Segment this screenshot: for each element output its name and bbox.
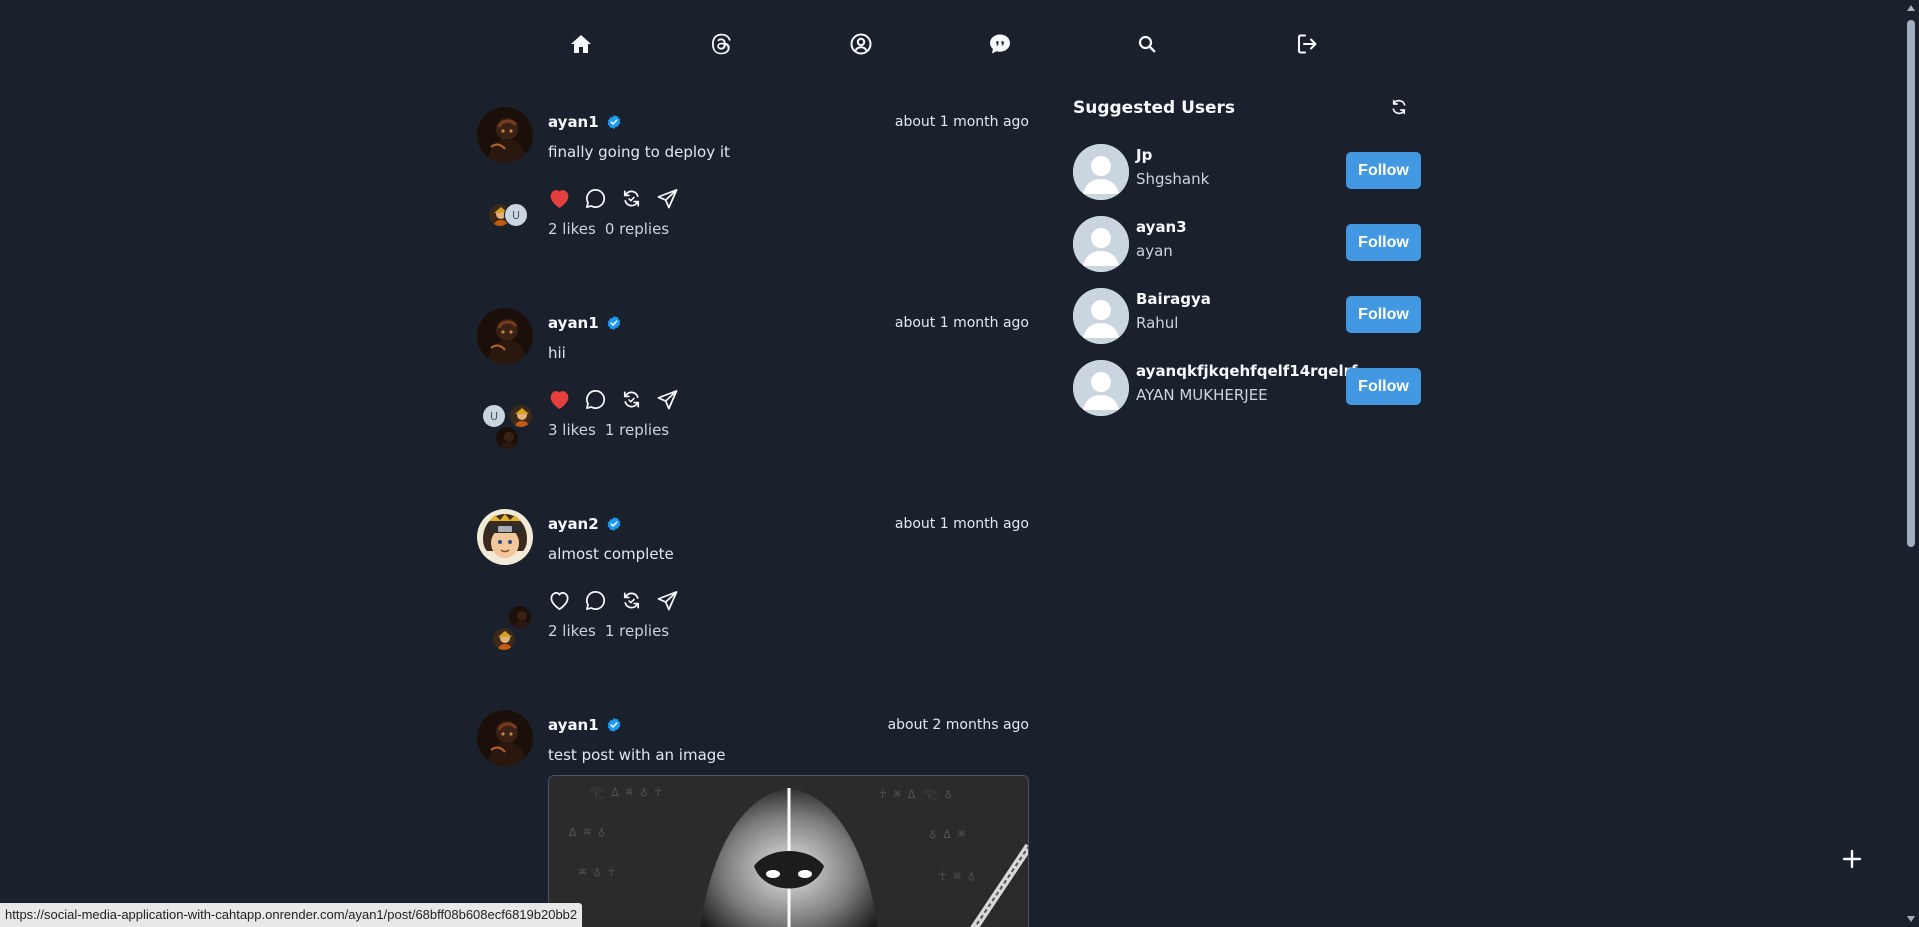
post[interactable]: ayan1 about 2 months ago test post with … bbox=[477, 710, 1029, 927]
scroll-up-arrow-icon[interactable] bbox=[1907, 5, 1915, 11]
scrollbar[interactable] bbox=[1903, 0, 1919, 927]
likes-count: 2 likes bbox=[548, 622, 596, 640]
suggested-username[interactable]: Bairagya bbox=[1136, 290, 1211, 308]
avatar[interactable] bbox=[1073, 360, 1129, 416]
suggested-fullname: AYAN MUKHERJEE bbox=[1136, 386, 1268, 404]
verified-icon bbox=[607, 718, 621, 732]
logout-icon[interactable] bbox=[1291, 28, 1323, 60]
suggested-user[interactable]: ayanqkfjkqehfqelf14rqelrf AYAN MUKHERJEE… bbox=[1073, 360, 1423, 432]
replies-count: 0 replies bbox=[604, 220, 670, 238]
share-icon[interactable] bbox=[656, 388, 679, 411]
post-time: about 1 month ago bbox=[894, 315, 1029, 331]
post-text: almost complete bbox=[548, 545, 674, 563]
refresh-icon[interactable] bbox=[1390, 98, 1408, 116]
post[interactable]: U ayan1 about 1 month ago hii 3 likes 1 … bbox=[477, 308, 1029, 509]
liker-avatar bbox=[492, 627, 516, 651]
avatar[interactable] bbox=[477, 107, 533, 163]
repost-icon[interactable] bbox=[620, 388, 643, 411]
post-username[interactable]: ayan1 bbox=[548, 314, 599, 332]
avatar[interactable] bbox=[477, 710, 533, 766]
avatar[interactable] bbox=[1073, 216, 1129, 272]
post-time: about 1 month ago bbox=[894, 516, 1029, 532]
svg-text:∆ ⌘ ♁: ∆ ⌘ ♁ bbox=[568, 825, 605, 839]
comment-icon[interactable] bbox=[584, 589, 607, 612]
create-post-plus-icon[interactable] bbox=[1840, 847, 1864, 871]
follow-button[interactable]: Follow bbox=[1346, 368, 1421, 405]
replies-count: 1 replies bbox=[604, 622, 670, 640]
repost-icon[interactable] bbox=[620, 589, 643, 612]
post-time: about 1 month ago bbox=[894, 114, 1029, 130]
like-icon[interactable] bbox=[548, 589, 571, 612]
home-icon[interactable] bbox=[565, 28, 597, 60]
comment-icon[interactable] bbox=[584, 187, 607, 210]
replies-count: 1 replies bbox=[604, 421, 670, 439]
like-icon[interactable] bbox=[548, 388, 571, 411]
follow-button[interactable]: Follow bbox=[1346, 224, 1421, 261]
post-text: hii bbox=[548, 344, 566, 362]
post[interactable]: ayan2 about 1 month ago almost complete … bbox=[477, 509, 1029, 710]
comment-icon[interactable] bbox=[584, 388, 607, 411]
likes-count: 3 likes bbox=[548, 421, 596, 439]
top-nav bbox=[0, 28, 1919, 60]
post-username[interactable]: ayan1 bbox=[548, 113, 599, 131]
chat-icon[interactable] bbox=[984, 28, 1016, 60]
search-icon[interactable] bbox=[1131, 28, 1163, 60]
like-icon[interactable] bbox=[548, 187, 571, 210]
link-status-url: https://social-media-application-with-ca… bbox=[0, 903, 583, 927]
suggested-users-title: Suggested Users bbox=[1073, 98, 1236, 118]
suggested-user[interactable]: ayan3 ayan Follow bbox=[1073, 216, 1423, 288]
suggested-username[interactable]: ayan3 bbox=[1136, 218, 1187, 236]
scroll-down-arrow-icon[interactable] bbox=[1907, 916, 1915, 922]
suggested-fullname: Rahul bbox=[1136, 314, 1179, 332]
suggested-fullname: ayan bbox=[1136, 242, 1173, 260]
follow-button[interactable]: Follow bbox=[1346, 296, 1421, 333]
svg-text:♁ ∆ ⌘: ♁ ∆ ⌘ bbox=[929, 827, 965, 841]
liker-avatar bbox=[509, 404, 533, 428]
svg-text:☥ ⌘ ♁: ☥ ⌘ ♁ bbox=[939, 869, 975, 883]
verified-icon bbox=[607, 517, 621, 531]
share-icon[interactable] bbox=[656, 187, 679, 210]
share-icon[interactable] bbox=[656, 589, 679, 612]
suggested-user[interactable]: Bairagya Rahul Follow bbox=[1073, 288, 1423, 360]
suggested-user[interactable]: Jp Shgshank Follow bbox=[1073, 144, 1423, 216]
liker-avatar: U bbox=[504, 203, 528, 227]
suggested-fullname: Shgshank bbox=[1136, 170, 1210, 188]
feed: U ayan1 about 1 month ago finally going … bbox=[477, 107, 1029, 927]
avatar[interactable] bbox=[477, 509, 533, 565]
post-text: test post with an image bbox=[548, 746, 726, 764]
avatar[interactable] bbox=[1073, 288, 1129, 344]
post-text: finally going to deploy it bbox=[548, 143, 730, 161]
repost-icon[interactable] bbox=[620, 187, 643, 210]
liker-avatar: U bbox=[482, 404, 506, 428]
svg-text:☥ ⌘ ∆ 𓂀 ♁: ☥ ⌘ ∆ 𓂀 ♁ bbox=[879, 787, 952, 801]
liker-avatar bbox=[495, 426, 519, 450]
svg-text:𓂀 ∆ ⌘ ♁ ☥: 𓂀 ∆ ⌘ ♁ ☥ bbox=[589, 785, 662, 799]
scrollbar-thumb[interactable] bbox=[1907, 20, 1915, 547]
suggested-username[interactable]: Jp bbox=[1136, 146, 1209, 164]
post-username[interactable]: ayan1 bbox=[548, 716, 599, 734]
liker-avatar bbox=[508, 605, 532, 629]
threads-icon[interactable] bbox=[705, 28, 737, 60]
avatar[interactable] bbox=[1073, 144, 1129, 200]
suggested-username[interactable]: ayanqkfjkqehfqelf14rqelrf bbox=[1136, 362, 1358, 380]
verified-icon bbox=[607, 316, 621, 330]
profile-icon[interactable] bbox=[845, 28, 877, 60]
post-image[interactable]: 𓂀 ∆ ⌘ ♁ ☥ ☥ ⌘ ∆ 𓂀 ♁ ∆ ⌘ ♁ ♁ ∆ ⌘ ⌘ ♁ ☥ ☥ … bbox=[548, 775, 1029, 927]
likes-count: 2 likes bbox=[548, 220, 596, 238]
svg-text:⌘ ♁ ☥: ⌘ ♁ ☥ bbox=[579, 865, 615, 879]
follow-button[interactable]: Follow bbox=[1346, 152, 1421, 189]
post-time: about 2 months ago bbox=[887, 717, 1029, 733]
post-username[interactable]: ayan2 bbox=[548, 515, 599, 533]
verified-icon bbox=[607, 115, 621, 129]
post[interactable]: U ayan1 about 1 month ago finally going … bbox=[477, 107, 1029, 308]
avatar[interactable] bbox=[477, 308, 533, 364]
suggested-users-panel: Suggested Users Jp Shgshank Follow ayan3… bbox=[1073, 96, 1423, 432]
